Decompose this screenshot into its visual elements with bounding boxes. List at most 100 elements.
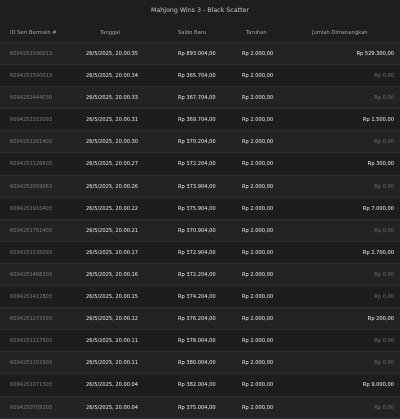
round-date: 26/5/2025, 20.00.35 <box>86 51 139 57</box>
header-win: Jumlah Dimenangkan <box>312 30 368 36</box>
round-date: 26/5/2025, 20.00.12 <box>86 316 139 323</box>
win-amount: Rp 0,00 <box>374 338 394 345</box>
new-balance: Rp 372.204,00 <box>178 271 216 278</box>
bet-amount: Rp 2.000,00 <box>242 382 274 389</box>
win-amount: Rp 7.000,00 <box>362 205 394 212</box>
round-date: 26/5/2025, 20.00.27 <box>86 161 139 168</box>
round-date: 26/5/2025, 20.00.33 <box>86 95 139 102</box>
table-row[interactable]: 6094251412803 26/5/2025, 20.00.15 Rp 374.2… <box>0 286 400 309</box>
win-amount: Rp 0,00 <box>374 271 394 278</box>
bet-amount: Rp 2.000,00 <box>242 360 274 367</box>
new-balance: Rp 380.004,00 <box>178 360 216 367</box>
new-balance: Rp 382.004,00 <box>178 382 216 389</box>
round-date: 26/5/2025, 20.00.15 <box>86 294 139 301</box>
win-amount: Rp 2.700,00 <box>362 249 394 256</box>
round-date: 26/5/2025, 20.00.17 <box>86 249 139 256</box>
win-amount: Rp 0,00 <box>374 360 394 367</box>
bet-amount: Rp 2.000,00 <box>242 117 274 124</box>
new-balance: Rp 372.904,00 <box>178 249 216 256</box>
header-date: Tanggal <box>100 30 120 36</box>
new-balance: Rp 376.204,00 <box>178 316 216 323</box>
bet-amount: Rp 2.000,00 <box>242 95 274 102</box>
win-amount: Rp 0,00 <box>374 294 394 301</box>
round-id: 6094252315093 <box>10 117 53 124</box>
round-date: 26/5/2025, 20.00.11 <box>86 360 139 367</box>
round-id: 6094251761403 <box>10 227 53 234</box>
round-id: 6094252126603 <box>10 161 53 168</box>
bet-amount: Rp 2.000,00 <box>242 139 274 146</box>
table-row[interactable]: 6094252500013 26/5/2025, 20.00.34 Rp 365.7… <box>0 65 400 88</box>
round-date: 26/5/2025, 20.00.21 <box>86 227 139 234</box>
new-balance: Rp 374.204,00 <box>178 294 216 301</box>
table-row[interactable]: 6094251468303 26/5/2025, 20.00.16 Rp 372.2… <box>0 263 400 287</box>
round-id: 6094252059063 <box>10 183 53 190</box>
round-id: 6094252500013 <box>10 51 53 57</box>
win-amount: Rp 9.000,00 <box>362 382 394 389</box>
bet-amount: Rp 2.000,00 <box>242 316 274 323</box>
history-table-body: 6094252500013 26/5/2025, 20.00.35 Rp 893.0… <box>0 43 400 419</box>
round-date: 26/5/2025, 20.00.04 <box>86 382 139 389</box>
table-row[interactable]: 6094252059063 26/5/2025, 20.00.26 Rp 373.9… <box>0 175 400 198</box>
round-id: 6094251217903 <box>10 338 53 345</box>
win-amount: Rp 0,00 <box>374 227 394 234</box>
table-row[interactable]: 6094251071303 26/5/2025, 20.00.04 Rp 382.0… <box>0 374 400 397</box>
new-balance: Rp 375.004,00 <box>178 404 216 411</box>
table-row[interactable]: 6094252500013 26/5/2025, 20.00.35 Rp 893.0… <box>0 43 400 66</box>
table-row[interactable]: 6094251217903 26/5/2025, 20.00.11 Rp 378.0… <box>0 330 400 353</box>
table-row[interactable]: 6094252261403 26/5/2025, 20.00.30 Rp 370.2… <box>0 131 400 154</box>
bet-amount: Rp 2.000,00 <box>242 294 274 301</box>
table-row[interactable]: 6094252315093 26/5/2025, 20.00.31 Rp 369.7… <box>0 109 400 132</box>
new-balance: Rp 372.204,00 <box>178 161 216 168</box>
new-balance: Rp 375.904,00 <box>178 205 216 212</box>
round-id: 6094251468303 <box>10 271 53 278</box>
round-id: 6094250709303 <box>10 404 53 411</box>
round-id: 6094251535093 <box>10 249 53 256</box>
new-balance: Rp 378.004,00 <box>178 338 216 345</box>
win-amount: Rp 0,00 <box>374 95 394 102</box>
win-amount: Rp 300,00 <box>367 161 394 168</box>
table-row[interactable]: 6094252126603 26/5/2025, 20.00.27 Rp 372.2… <box>0 153 400 176</box>
table-row[interactable]: 6094252444030 26/5/2025, 20.00.33 Rp 367.7… <box>0 87 400 110</box>
new-balance: Rp 369.704,00 <box>178 117 216 124</box>
round-date: 26/5/2025, 20.00.31 <box>86 117 139 124</box>
table-row[interactable]: 6094251916403 26/5/2025, 20.00.22 Rp 375.9… <box>0 197 400 220</box>
table-row[interactable]: 6094251273093 26/5/2025, 20.00.12 Rp 376.2… <box>0 308 400 331</box>
round-date: 26/5/2025, 20.00.22 <box>86 205 139 212</box>
win-amount: Rp 0,00 <box>374 73 394 80</box>
round-id: 6094251152903 <box>10 360 53 367</box>
round-id: 6094251916403 <box>10 205 53 212</box>
win-amount: Rp 200,00 <box>367 316 394 323</box>
bet-amount: Rp 2.000,00 <box>242 161 274 168</box>
bet-amount: Rp 2.000,00 <box>242 183 274 190</box>
table-row[interactable]: 6094251761403 26/5/2025, 20.00.21 Rp 370.9… <box>0 219 400 242</box>
round-id: 6094251412803 <box>10 294 53 301</box>
round-date: 26/5/2025, 20.00.34 <box>86 73 139 80</box>
round-date: 26/5/2025, 20.00.16 <box>86 271 139 278</box>
round-id: 6094252261403 <box>10 139 53 146</box>
win-amount: Rp 0,00 <box>374 183 394 190</box>
table-header: ID Seri Bermain # Tanggal Saldo Baru Tar… <box>0 24 400 43</box>
round-date: 26/5/2025, 20.00.30 <box>86 139 139 146</box>
bet-amount: Rp 2.000,00 <box>242 271 274 278</box>
header-id: ID Seri Bermain # <box>10 30 57 36</box>
window-title-bar: Mahjong Wins 3 - Black Scatter <box>0 0 400 20</box>
win-amount: Rp 1.500,00 <box>362 117 394 124</box>
round-date: 26/5/2025, 20.00.04 <box>86 404 139 411</box>
table-row[interactable]: 6094251152903 26/5/2025, 20.00.11 Rp 380.0… <box>0 352 400 375</box>
win-amount: Rp 0,00 <box>374 139 394 146</box>
new-balance: Rp 367.704,00 <box>178 95 216 102</box>
table-row[interactable]: 6094251535093 26/5/2025, 20.00.17 Rp 372.9… <box>0 241 400 264</box>
round-id: 6094252500013 <box>10 73 53 80</box>
bet-amount: Rp 2.000,00 <box>242 227 274 234</box>
round-id: 6094252444030 <box>10 95 53 102</box>
bet-amount: Rp 2.000,00 <box>242 51 274 57</box>
bet-amount: Rp 2.000,00 <box>242 338 274 345</box>
round-date: 26/5/2025, 20.00.26 <box>86 183 139 190</box>
bet-amount: Rp 2.000,00 <box>242 205 274 212</box>
round-id: 6094251071303 <box>10 382 53 389</box>
win-amount: Rp 529.300,00 <box>356 51 394 57</box>
window-title: Mahjong Wins 3 - Black Scatter <box>150 6 250 14</box>
bet-amount: Rp 2.000,00 <box>242 404 274 411</box>
header-taruhan: Taruhan <box>246 30 267 36</box>
new-balance: Rp 893.004,00 <box>178 51 216 57</box>
